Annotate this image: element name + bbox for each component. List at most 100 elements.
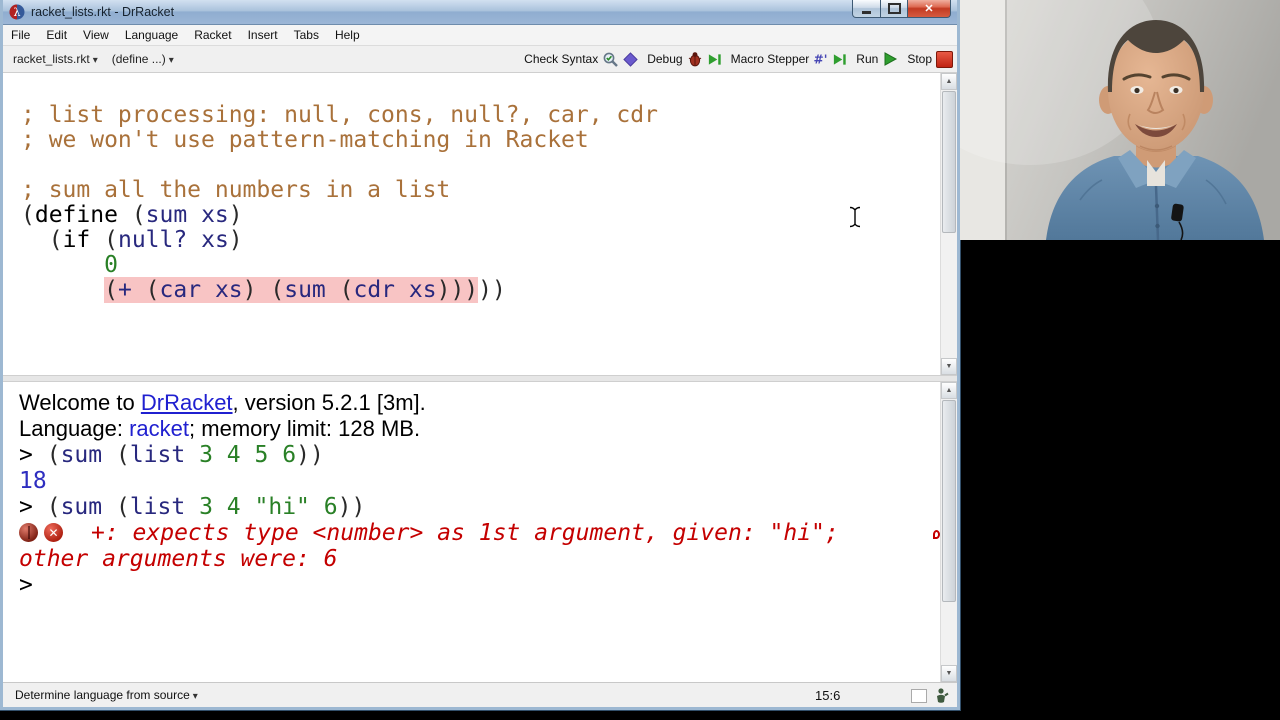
code-token: ( <box>115 494 130 520</box>
edit-indicator <box>911 689 927 703</box>
drracket-window: λ racket_lists.rkt - DrRacket FileEditVi… <box>0 0 960 710</box>
definition-dropdown[interactable]: (define ...) <box>112 52 174 66</box>
magnifier-check-icon <box>603 52 619 67</box>
bug-report-icon[interactable] <box>19 523 38 542</box>
code-line: (if (null? xs) <box>21 228 940 253</box>
code-token: xs <box>201 227 229 253</box>
code-token: xs <box>408 277 437 303</box>
run-button[interactable]: Run <box>856 51 898 67</box>
code-token: > <box>19 494 47 520</box>
code-line: 18 <box>19 468 940 494</box>
text-cursor <box>849 206 861 228</box>
code-token: + <box>117 277 132 303</box>
maximize-button[interactable] <box>881 0 908 18</box>
language-selector[interactable]: Determine language from source <box>15 688 198 702</box>
bug-icon <box>688 52 701 67</box>
definitions-pane[interactable]: ; list processing: null, cons, null?, ca… <box>3 73 957 375</box>
code-token: ) <box>228 227 243 253</box>
scrollbar-thumb[interactable] <box>942 91 956 233</box>
repl-output[interactable]: Welcome to DrRacket, version 5.2.1 [3m].… <box>3 382 940 682</box>
toolbar: racket_lists.rkt (define ...) Check Synt… <box>3 46 957 73</box>
minimize-button[interactable] <box>852 0 881 18</box>
syntax-diamond-icon <box>623 51 638 67</box>
code-token: other arguments were: 6 <box>19 546 338 572</box>
filename-dropdown-label: racket_lists.rkt <box>13 52 90 66</box>
code-token: , version 5.2.1 [3m]. <box>232 390 426 415</box>
gc-icon[interactable] <box>933 687 949 709</box>
code-token: ( <box>21 202 35 228</box>
menu-help[interactable]: Help <box>327 25 368 45</box>
code-token: ) <box>242 277 257 303</box>
code-token <box>256 277 271 303</box>
code-token <box>395 277 409 303</box>
filename-dropdown[interactable]: racket_lists.rkt <box>13 52 98 66</box>
check-syntax-button[interactable]: Check Syntax <box>524 51 638 68</box>
definitions-editor[interactable]: ; list processing: null, cons, null?, ca… <box>3 73 940 375</box>
menubar: File Edit View Language Racket Insert Tabs Help <box>3 25 957 46</box>
code-token: 3 <box>199 494 213 520</box>
error-x-icon[interactable] <box>44 523 63 542</box>
close-button[interactable] <box>908 0 951 18</box>
code-token: ( <box>131 202 146 228</box>
code-token: > <box>19 572 33 598</box>
code-token: ; memory limit: 128 MB. <box>189 416 421 441</box>
code-token: racket <box>129 416 190 441</box>
code-token <box>325 277 340 303</box>
code-token: 6 <box>323 494 338 520</box>
stop-label: Stop <box>907 52 932 66</box>
scroll-up-arrow[interactable] <box>941 382 957 399</box>
code-line: 0 <box>21 253 940 278</box>
scrollbar-thumb[interactable] <box>942 400 956 602</box>
code-line: > <box>19 572 940 598</box>
code-token: sum <box>60 494 103 520</box>
webcam-video <box>960 0 1280 240</box>
code-token: ))) <box>436 277 479 303</box>
code-token: 0 <box>104 252 118 278</box>
code-token: sum <box>145 202 188 228</box>
code-token: ; we won't use pattern-matching in Racke… <box>21 127 589 153</box>
code-line: (+ (car xs) (sum (cdr xs))))) <box>21 277 940 303</box>
code-token: sum <box>60 442 103 468</box>
menu-file[interactable]: File <box>3 25 38 45</box>
menu-tabs[interactable]: Tabs <box>286 25 327 45</box>
menu-language[interactable]: Language <box>117 25 186 45</box>
definition-dropdown-label: (define ...) <box>111 52 166 66</box>
menu-view[interactable]: View <box>75 25 117 45</box>
code-token: > <box>19 442 47 468</box>
scroll-down-arrow[interactable] <box>941 358 957 375</box>
code-token: ( <box>115 442 130 468</box>
code-token: list <box>129 442 186 468</box>
code-token: list <box>129 494 186 520</box>
menu-insert[interactable]: Insert <box>240 25 286 45</box>
menu-edit[interactable]: Edit <box>38 25 75 45</box>
interactions-pane[interactable]: Welcome to DrRacket, version 5.2.1 [3m].… <box>3 382 957 682</box>
debug-label: Debug <box>647 52 683 66</box>
titlebar[interactable]: λ racket_lists.rkt - DrRacket <box>3 0 957 25</box>
editor-scrollbar[interactable] <box>940 73 957 375</box>
stop-button[interactable]: Stop <box>907 50 953 68</box>
scroll-down-arrow[interactable] <box>941 665 957 682</box>
code-token: ( <box>104 227 118 253</box>
code-token <box>201 277 215 303</box>
drracket-link[interactable]: DrRacket <box>141 390 233 415</box>
presenter-person <box>960 0 1280 240</box>
scroll-up-arrow[interactable] <box>941 73 957 90</box>
code-line: ; list processing: null, cons, null?, ca… <box>21 103 940 128</box>
stop-square-icon <box>936 50 953 68</box>
language-selector-label: Determine language from source <box>15 688 190 702</box>
debug-button[interactable]: Debug <box>647 51 721 67</box>
macro-stepper-button[interactable]: Macro Stepper #' <box>731 52 848 67</box>
pane-splitter[interactable] <box>3 375 957 382</box>
statusbar: Determine language from source 15:6 <box>3 682 957 707</box>
repl-scrollbar[interactable] <box>940 382 957 682</box>
menu-racket[interactable]: Racket <box>186 25 239 45</box>
code-token: ) <box>228 202 243 228</box>
